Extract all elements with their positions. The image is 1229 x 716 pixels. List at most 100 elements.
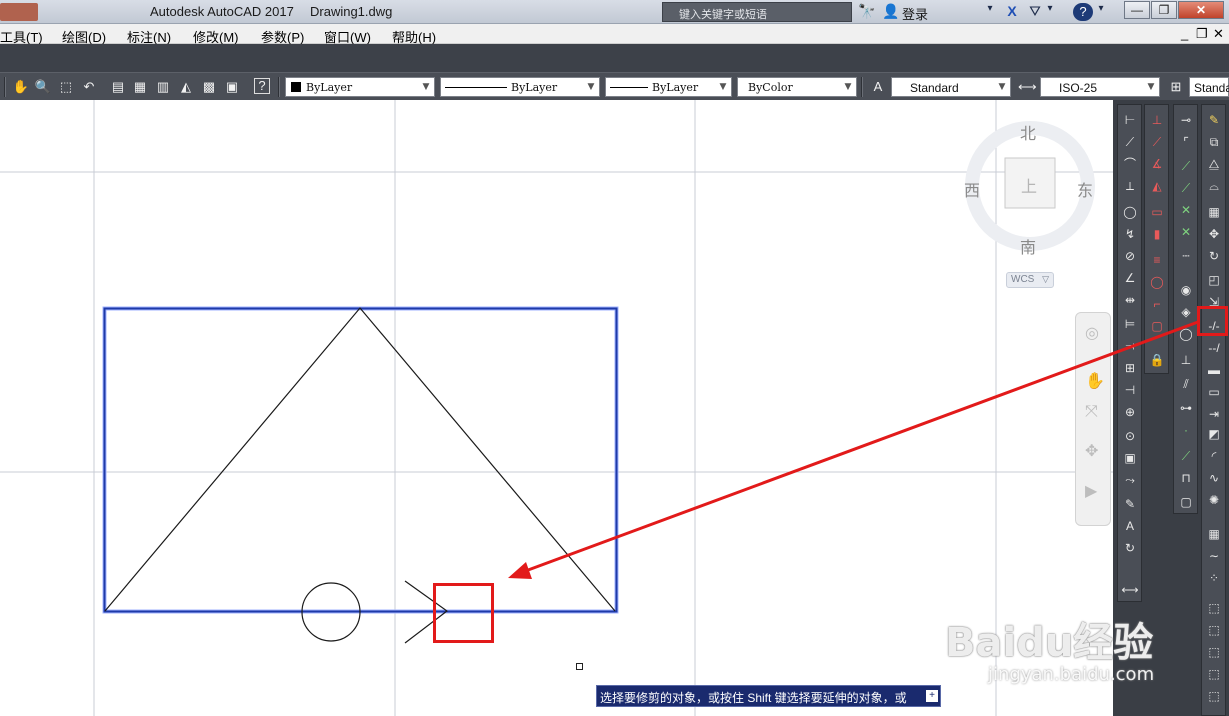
zoom-extents-icon[interactable]: ⤧ [1085, 403, 1098, 421]
pan-icon[interactable]: ✋ [1085, 371, 1105, 391]
steering-wheel-icon[interactable]: ◎ [1085, 323, 1099, 343]
triangle-lines[interactable] [104, 307, 616, 612]
snap-perpendicular-icon[interactable]: ⊥ [1177, 351, 1195, 369]
ordinate-dim-icon[interactable]: ⟂ [1121, 177, 1139, 195]
dim-edit-icon[interactable]: ✎ [1121, 495, 1139, 513]
dim-space-icon[interactable]: ⊞ [1121, 359, 1139, 377]
zoom-window-icon[interactable]: ⬚ [1205, 599, 1223, 617]
block-editor-icon[interactable]: ▦ [1205, 525, 1223, 543]
join-icon[interactable]: ⇥ [1205, 405, 1223, 423]
showmotion-icon[interactable]: ▶ [1085, 481, 1097, 501]
blend-curves-icon[interactable]: ∿ [1205, 469, 1223, 487]
copy-icon[interactable]: ⧉ [1205, 133, 1223, 151]
search-input[interactable]: 键入关键字或短语 [662, 2, 852, 22]
command-expand-button[interactable]: + [926, 690, 938, 702]
binoculars-icon[interactable]: 🔭 [858, 3, 876, 21]
dim-style-icon[interactable]: ⟷ [1018, 78, 1037, 96]
id-point-icon[interactable]: ⌐ [1148, 295, 1166, 313]
zoom-object-icon[interactable]: ⬚ [1205, 687, 1223, 705]
snap-extension-icon[interactable]: ┄ [1177, 247, 1195, 265]
minimize-button[interactable]: — [1124, 1, 1150, 19]
dim-break-icon[interactable]: ⊣ [1121, 381, 1139, 399]
move-icon[interactable]: ✥ [1205, 225, 1223, 243]
compass-north[interactable]: 北 [1020, 120, 1036, 144]
zoom-realtime-icon[interactable]: 🔍 [34, 78, 52, 96]
inspection-icon[interactable]: ▣ [1121, 449, 1139, 467]
dim-update-icon[interactable]: ↻ [1121, 539, 1139, 557]
edit-hatch-icon[interactable]: ⁘ [1205, 569, 1223, 587]
snap-apparent-intersection-icon[interactable]: ✕ [1177, 223, 1195, 241]
locate-point-icon[interactable]: ◯ [1148, 273, 1166, 291]
area-icon[interactable]: ◭ [1148, 177, 1166, 195]
doc-close-button[interactable]: ✕ [1213, 26, 1224, 42]
a360-dropdown-icon[interactable]: ▾ [1045, 3, 1055, 21]
markup-icon[interactable]: ▩ [200, 78, 218, 96]
center-mark-icon[interactable]: ⊙ [1121, 427, 1139, 445]
snap-from-icon[interactable]: ⌜ [1177, 133, 1195, 151]
region-massprop-icon[interactable]: ▮ [1148, 225, 1166, 243]
scale-icon[interactable]: ◰ [1205, 271, 1223, 289]
text-style-icon[interactable]: A [869, 78, 887, 96]
arc-length-icon[interactable]: ⌒ [1121, 155, 1139, 173]
chamfer-icon[interactable]: ◩ [1205, 425, 1223, 443]
array-icon[interactable]: ▦ [1205, 203, 1223, 221]
text-style-control-select[interactable]: Standard ▼ [891, 77, 1011, 97]
snap-endpoint-icon[interactable]: ⟋ [1177, 157, 1195, 175]
temp-track-icon[interactable]: ⊸ [1177, 111, 1195, 129]
break-icon[interactable]: ▭ [1205, 383, 1223, 401]
doc-minimize-button[interactable]: _ [1181, 26, 1188, 41]
dim-style-control-select[interactable]: ISO-25 ▼ [1040, 77, 1160, 97]
viewcube-top-face[interactable]: 上 [1021, 173, 1037, 197]
properties-icon[interactable]: ▤ [109, 78, 127, 96]
erase-icon[interactable]: ✎ [1205, 111, 1223, 129]
snap-parallel-icon[interactable]: ⫽ [1177, 375, 1195, 393]
table-style-icon[interactable]: ⊞ [1167, 78, 1185, 96]
osnap-settings-icon[interactable]: ▢ [1177, 493, 1195, 511]
snap-none-icon[interactable]: ⊓ [1177, 469, 1195, 487]
quick-dim-icon[interactable]: ⇹ [1121, 291, 1139, 309]
color-control-select[interactable]: ByLayer ▼ [285, 77, 435, 97]
break-at-point-icon[interactable]: ▬ [1205, 361, 1223, 379]
snap-quadrant-icon[interactable]: ◈ [1177, 303, 1195, 321]
extend-icon[interactable]: --/ [1205, 339, 1223, 357]
tool-palettes-icon[interactable]: ▥ [154, 78, 172, 96]
explode-icon[interactable]: ✺ [1205, 491, 1223, 509]
plot-style-control-select[interactable]: ByColor ▼ [737, 77, 857, 97]
continue-dim-icon[interactable]: ⫤ [1121, 337, 1139, 355]
distance-icon[interactable]: ⊥ [1148, 111, 1166, 129]
snap-center-icon[interactable]: ◉ [1177, 281, 1195, 299]
dim-text-edit-icon[interactable]: A [1121, 517, 1139, 535]
setvar-icon[interactable]: ▢ [1148, 317, 1166, 335]
snap-intersection-icon[interactable]: ✕ [1177, 201, 1195, 219]
compass-east[interactable]: 东 [1077, 177, 1093, 201]
table-style-control-select[interactable]: Standa [1189, 77, 1229, 97]
volume-icon[interactable]: ▭ [1148, 203, 1166, 221]
compass-west[interactable]: 西 [964, 177, 980, 201]
lineweight-control-select[interactable]: ByLayer ▼ [605, 77, 732, 97]
snap-insert-icon[interactable]: ⊶ [1177, 399, 1195, 417]
snap-tangent-icon[interactable]: ◯ [1177, 325, 1195, 343]
radius-dim-icon[interactable]: ◯ [1121, 203, 1139, 221]
login-dropdown-icon[interactable]: ▾ [984, 3, 996, 21]
close-button[interactable]: ✕ [1178, 1, 1224, 19]
baseline-dim-icon[interactable]: ⊨ [1121, 315, 1139, 333]
user-icon[interactable]: 👤 [882, 3, 900, 21]
zoom-previous-icon[interactable]: ↶ [80, 78, 98, 96]
tolerance-icon[interactable]: ⊕ [1121, 403, 1139, 421]
angle-icon[interactable]: ∡ [1148, 155, 1166, 173]
zoom-scale-icon[interactable]: ⬚ [1205, 643, 1223, 661]
help-icon[interactable]: ? [1073, 3, 1093, 21]
edit-spline-icon[interactable]: ∼ [1205, 547, 1223, 565]
help-toolbar-icon[interactable]: ? [254, 78, 270, 94]
snap-nearest-icon[interactable]: ⟋ [1177, 447, 1195, 465]
design-center-icon[interactable]: ▦ [131, 78, 149, 96]
mirror-icon[interactable]: ⧋ [1205, 155, 1223, 173]
zoom-center-icon[interactable]: ⬚ [1205, 665, 1223, 683]
restore-button[interactable]: ❐ [1151, 1, 1177, 19]
calculator-icon[interactable]: ▣ [223, 78, 241, 96]
lock-icon[interactable]: 🔒 [1148, 351, 1166, 369]
pan-icon[interactable]: ✋ [12, 78, 30, 96]
rotate-icon[interactable]: ↻ [1205, 247, 1223, 265]
linear-dim-icon[interactable]: ⊢ [1121, 111, 1139, 129]
fillet-icon[interactable]: ◜ [1205, 447, 1223, 465]
